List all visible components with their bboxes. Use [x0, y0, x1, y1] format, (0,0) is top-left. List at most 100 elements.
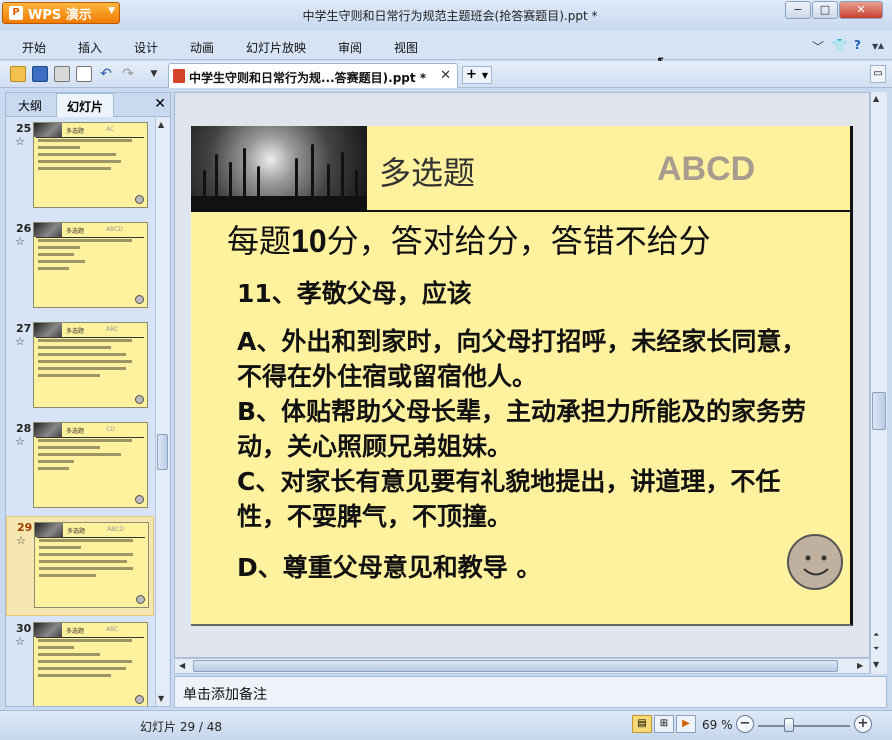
animation-star-icon: ☆	[16, 534, 26, 547]
maximize-button[interactable]: □	[812, 1, 838, 19]
zoom-slider-handle[interactable]	[784, 718, 794, 732]
animation-star-icon: ☆	[15, 435, 25, 448]
thumbnail-title: 多选题	[66, 328, 85, 335]
thumbnail-slide-28[interactable]: 28 ☆ 多选题 CD	[6, 418, 154, 514]
slide-answer: ABCD	[657, 150, 756, 188]
slide-sorter-view-button[interactable]: ⊞	[654, 715, 674, 733]
thumbnail-slide-26[interactable]: 26 ☆ 多选题 ABCD	[6, 218, 154, 314]
scrollbar-thumb[interactable]	[193, 660, 838, 672]
thumbnail-slide-27[interactable]: 27 ☆ 多选题 ABC	[6, 318, 154, 414]
normal-view-button[interactable]: ▤	[632, 715, 652, 733]
thumbnail-number: 30	[16, 622, 32, 635]
thumbnail-slide-30[interactable]: 30 ☆ 多选题 ABC	[6, 618, 154, 706]
thumbnail-image: 多选题 AC	[33, 122, 148, 208]
ribbon-scroll-icon[interactable]: ▴	[878, 38, 884, 52]
animation-star-icon: ☆	[15, 335, 25, 348]
thumbnail-slide-25[interactable]: 25 ☆ 多选题 AC	[6, 118, 154, 214]
chevron-down-icon: ▼	[108, 6, 115, 16]
scroll-right-icon[interactable]: ▶	[857, 661, 863, 670]
scrollbar-thumb[interactable]	[157, 434, 168, 470]
collapse-ribbon-icon[interactable]: ﹀	[812, 38, 824, 55]
ppt-file-icon	[173, 69, 185, 83]
thumbnail-number: 25	[16, 122, 32, 135]
wheat-image	[34, 423, 62, 437]
menu-slideshow[interactable]: 幻灯片放映	[246, 39, 306, 56]
wps-logo-icon: P	[9, 6, 23, 20]
new-tab-button[interactable]: + ▼	[462, 66, 492, 84]
smiley-icon	[135, 395, 144, 404]
smiley-face-icon	[787, 534, 843, 590]
smiley-icon	[135, 195, 144, 204]
smiley-icon	[136, 595, 145, 604]
wheat-image	[35, 523, 63, 537]
slides-panel: 大纲 幻灯片 ✕ 25 ☆ 多选题 AC 26 ☆ 多选题 ABCD 27 ☆ …	[5, 92, 171, 707]
app-name: WPS 演示	[28, 7, 92, 23]
thumbnail-title: 多选题	[66, 128, 85, 135]
slide-canvas[interactable]: 多选题 ABCD 每题10分，答对给分，答错不给分 11、孝敬父母，应该 A、外…	[191, 126, 853, 626]
score-rule-number: 10	[291, 223, 327, 259]
option-d: D、尊重父母意见和教导 。	[237, 553, 542, 582]
next-slide-icon[interactable]: ⏷	[873, 644, 879, 654]
thumbnail-title: 多选题	[66, 228, 85, 235]
menu-view[interactable]: 视图	[394, 39, 418, 56]
smiley-icon	[135, 495, 144, 504]
close-tab-icon[interactable]: ✕	[440, 68, 451, 83]
wheat-image	[34, 123, 62, 137]
scroll-left-icon[interactable]: ◀	[179, 661, 185, 670]
menu-insert[interactable]: 插入	[78, 39, 102, 56]
menu-animation[interactable]: 动画	[190, 39, 214, 56]
tab-slides[interactable]: 幻灯片	[56, 93, 115, 117]
tab-outline[interactable]: 大纲	[8, 93, 52, 117]
print-preview-icon[interactable]	[76, 66, 92, 82]
menu-design[interactable]: 设计	[134, 39, 158, 56]
editor-vertical-scrollbar[interactable]: ▲ ⏶ ⏷ ▼	[870, 92, 887, 674]
document-tab[interactable]: 中学生守则和日常行为规...答赛题目).ppt * ✕	[168, 63, 458, 88]
close-panel-icon[interactable]: ✕	[154, 96, 166, 112]
scrollbar-thumb[interactable]	[872, 392, 886, 430]
zoom-in-button[interactable]: +	[854, 715, 872, 733]
wps-app-menu-button[interactable]: P WPS 演示 ▼	[2, 2, 120, 24]
thumbnail-number: 28	[16, 422, 32, 435]
slides-panel-scrollbar[interactable]: ▲ ▼	[155, 118, 169, 706]
thumbnail-title: 多选题	[66, 428, 85, 435]
redo-icon[interactable]: ↷	[120, 66, 136, 82]
zoom-level: 69 %	[702, 718, 733, 732]
notes-placeholder: 单击添加备注	[183, 687, 267, 703]
thumbnail-image: 多选题 ABCD	[34, 522, 149, 608]
score-rule: 每题10分，答对给分，答错不给分	[227, 216, 711, 262]
thumbnail-image: 多选题 CD	[33, 422, 148, 508]
open-folder-icon[interactable]	[10, 66, 26, 82]
slideshow-button[interactable]: ▶	[676, 715, 696, 733]
scroll-up-icon[interactable]: ▲	[158, 120, 164, 129]
score-rule-suffix: 分，答对给分，答错不给分	[326, 222, 711, 260]
skin-icon[interactable]: 👕	[832, 38, 847, 52]
option-b: B、体贴帮助父母长辈，主动承担力所能及的家务劳动，关心照顾兄弟姐妹。	[237, 397, 807, 461]
previous-slide-icon[interactable]: ⏶	[873, 630, 879, 640]
menu-review[interactable]: 审阅	[338, 39, 362, 56]
print-icon[interactable]	[54, 66, 70, 82]
animation-star-icon: ☆	[15, 635, 25, 648]
scroll-up-icon[interactable]: ▲	[873, 94, 879, 103]
status-bar: 幻灯片 29 / 48 ▤ ⊞ ▶ 69 % − +	[0, 710, 892, 740]
thumbnail-slide-29[interactable]: 29 ☆ 多选题 ABCD	[6, 516, 154, 616]
zoom-slider[interactable]	[758, 725, 850, 727]
zoom-out-button[interactable]: −	[736, 715, 754, 733]
editor-horizontal-scrollbar[interactable]: ◀ ▶	[174, 658, 870, 674]
scroll-down-icon[interactable]: ▼	[158, 694, 164, 703]
help-icon[interactable]: ?	[854, 38, 861, 52]
minimize-button[interactable]: −	[785, 1, 811, 19]
menu-home[interactable]: 开始	[22, 39, 46, 56]
thumbnail-image: 多选题 ABC	[33, 322, 148, 408]
thumbnail-number: 27	[16, 322, 32, 335]
menu-bar: 开始 插入 设计 动画 幻灯片放映 审阅 视图 ﹀ 👕 ? ▼ ▴	[0, 30, 892, 60]
customize-toolbar-icon[interactable]: ▼	[146, 66, 162, 82]
close-window-button[interactable]: ✕	[839, 1, 883, 19]
notes-pane[interactable]: 单击添加备注	[174, 676, 887, 708]
undo-icon[interactable]: ↶	[98, 66, 114, 82]
thumbnail-answer: ABCD	[107, 526, 124, 533]
restore-doc-icon[interactable]: ▭	[870, 65, 886, 83]
scroll-down-icon[interactable]: ▼	[873, 660, 879, 669]
save-icon[interactable]	[32, 66, 48, 82]
thumbnail-answer: ABCD	[106, 226, 123, 233]
score-rule-prefix: 每题	[227, 222, 292, 260]
